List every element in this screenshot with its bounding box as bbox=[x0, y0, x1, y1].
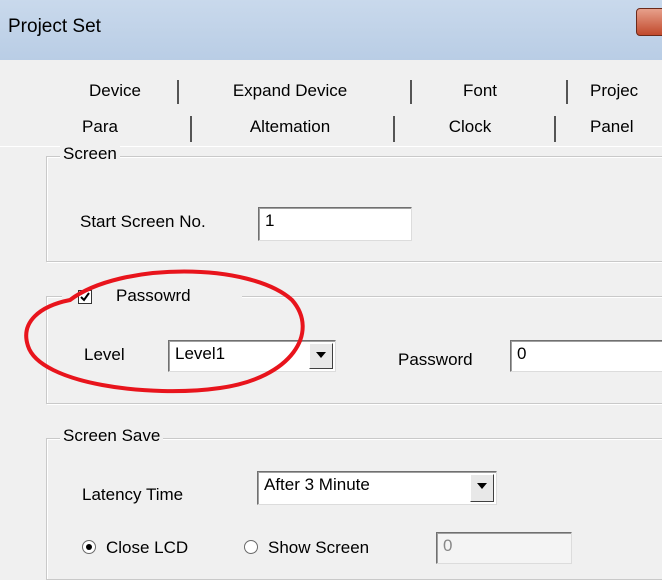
check-icon bbox=[80, 292, 90, 302]
latency-time-label: Latency Time bbox=[82, 485, 184, 504]
tab-divider bbox=[190, 116, 192, 142]
password-value: 0 bbox=[517, 344, 527, 363]
tab-label: Clock bbox=[448, 117, 492, 136]
tab-device[interactable]: Device bbox=[60, 76, 170, 106]
level-dropdown-button[interactable] bbox=[309, 343, 333, 369]
tab-label: Panel bbox=[590, 117, 634, 136]
password-checkbox[interactable] bbox=[78, 290, 92, 304]
level-select[interactable]: Level1 bbox=[168, 340, 336, 372]
tab-label: Para bbox=[82, 117, 118, 136]
screen-save-legend: Screen Save bbox=[60, 426, 164, 446]
tab-divider bbox=[393, 116, 395, 142]
screen-group-legend: Screen bbox=[60, 144, 120, 164]
password-group-legend: Passowrd bbox=[116, 286, 191, 305]
tab-project[interactable]: Projec bbox=[590, 76, 662, 106]
tab-label: Font bbox=[462, 81, 498, 100]
tab-divider bbox=[554, 116, 556, 142]
show-screen-input[interactable]: 0 bbox=[436, 532, 572, 564]
tab-label: Altemation bbox=[249, 117, 331, 136]
tab-para[interactable]: Para bbox=[40, 112, 160, 142]
show-screen-value: 0 bbox=[443, 536, 453, 555]
level-value: Level1 bbox=[175, 344, 226, 363]
start-screen-label: Start Screen No. bbox=[80, 212, 206, 231]
tab-expand-device[interactable]: Expand Device bbox=[190, 76, 390, 106]
window-title: Project Set bbox=[8, 16, 101, 37]
chevron-down-icon bbox=[477, 483, 487, 489]
show-screen-radio[interactable] bbox=[244, 540, 258, 554]
close-lcd-label: Close LCD bbox=[106, 538, 189, 557]
latency-dropdown-button[interactable] bbox=[470, 474, 494, 502]
password-input[interactable]: 0 bbox=[510, 340, 662, 372]
title-bar: Project Set bbox=[0, 0, 662, 61]
start-screen-input[interactable]: 1 bbox=[258, 207, 412, 241]
password-label: Password bbox=[398, 350, 473, 369]
start-screen-value: 1 bbox=[265, 211, 275, 230]
tab-font[interactable]: Font bbox=[420, 76, 540, 106]
chevron-down-icon bbox=[316, 352, 326, 358]
tab-label: Projec bbox=[590, 81, 639, 100]
close-button[interactable] bbox=[636, 8, 662, 36]
tab-divider bbox=[410, 80, 412, 104]
latency-time-select[interactable]: After 3 Minute bbox=[257, 471, 497, 505]
tab-panel[interactable]: Panel bbox=[590, 112, 662, 142]
show-screen-label: Show Screen bbox=[268, 538, 370, 557]
latency-time-value: After 3 Minute bbox=[264, 475, 370, 494]
tab-label: Device bbox=[89, 81, 141, 100]
tab-label: Expand Device bbox=[232, 81, 348, 100]
tab-divider bbox=[177, 80, 179, 104]
tab-altemation[interactable]: Altemation bbox=[200, 112, 380, 142]
close-lcd-radio[interactable] bbox=[82, 540, 96, 554]
tab-clock[interactable]: Clock bbox=[400, 112, 540, 142]
tab-divider bbox=[566, 80, 568, 104]
level-label: Level bbox=[84, 345, 125, 364]
